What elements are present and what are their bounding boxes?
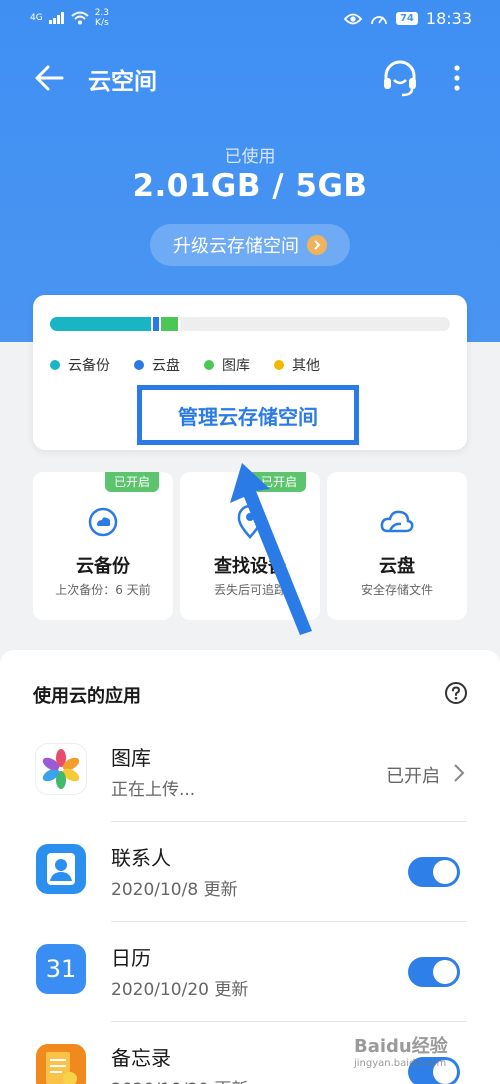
wifi-icon (71, 11, 89, 25)
app-row-calendar: 31 日历 2020/10/20 更新 (0, 922, 500, 1022)
back-button[interactable] (30, 58, 70, 98)
cloud-drive-icon (380, 510, 414, 533)
network-speed: 2.3 K/s (95, 8, 109, 28)
feature-title: 云备份 (76, 556, 130, 577)
legend-item-drive: 云盘 (134, 355, 180, 375)
section-title: 使用云的应用 (33, 686, 141, 707)
storage-usage-bar (50, 317, 450, 331)
legend-item-other: 其他 (274, 355, 320, 375)
chevron-right-icon (307, 235, 327, 255)
headset-icon (384, 60, 416, 97)
usage-segment-drive (150, 317, 159, 331)
legend-dot-drive (134, 360, 144, 370)
notes-icon (36, 1044, 86, 1084)
speedometer-icon (371, 15, 387, 24)
customer-support-button[interactable] (378, 56, 422, 100)
app-name: 联系人 (111, 846, 171, 870)
page-title: 云空间 (88, 69, 157, 95)
usage-value: 2.01GB / 5GB (132, 168, 368, 204)
app-row-gallery[interactable]: 图库 正在上传... 已开启 (0, 722, 500, 822)
back-arrow-icon (35, 65, 64, 91)
toggle-knob (433, 860, 457, 884)
watermark-text: Baidu经验 (354, 1036, 448, 1057)
annotation-arrow (230, 463, 312, 635)
speed-value: 2.3 (94, 8, 110, 18)
upgrade-storage-button[interactable]: 升级云存储空间 (150, 224, 350, 266)
watermark: Baidu经验 jingyan.baidu.com (354, 1032, 494, 1080)
feature-title: 云盘 (379, 556, 415, 577)
legend-item-gallery: 图库 (204, 355, 250, 375)
app-name: 备忘录 (111, 1046, 171, 1070)
legend-dot-other (274, 360, 284, 370)
app-name: 图库 (111, 746, 151, 770)
signal-icon (48, 12, 64, 24)
status-badge: 已开启 (105, 472, 160, 492)
contacts-sync-toggle[interactable] (408, 857, 460, 887)
legend-label-backup: 云备份 (68, 358, 110, 374)
app-name: 日历 (111, 946, 151, 970)
legend-label-drive: 云盘 (152, 358, 180, 374)
legend-label-other: 其他 (292, 358, 320, 374)
status-bar: 4G 2.3 K/s 74 18:33 (0, 0, 500, 38)
cloud-apps-section: 使用云的应用 图库 正在上传... 已开启 联系人 2020/10/8 更新 3… (0, 650, 500, 1084)
usage-segment-backup (50, 317, 151, 331)
help-circle-icon[interactable] (444, 681, 468, 705)
usage-segment-other (177, 317, 181, 331)
calendar-sync-toggle[interactable] (408, 957, 460, 987)
eye-icon (343, 13, 362, 24)
feature-card-cloud-drive[interactable]: 云盘 安全存储文件 (327, 472, 467, 620)
app-enabled-status: 已开启 (386, 766, 440, 787)
chevron-right-icon (454, 764, 465, 782)
feature-subtitle: 上次备份：6 天前 (55, 583, 151, 597)
manage-storage-button[interactable]: 管理云存储空间 (137, 385, 359, 445)
legend-dot-backup (50, 360, 60, 370)
cloud-backup-icon (88, 507, 118, 537)
battery-level: 74 (395, 12, 418, 25)
contacts-icon (36, 844, 86, 894)
upgrade-storage-label: 升级云存储空间 (173, 236, 299, 257)
app-updated-date: 2020/10/20 更新 (111, 980, 249, 1000)
storage-legend: 云备份 云盘 图库 其他 (50, 355, 320, 375)
speed-unit: K/s (95, 18, 109, 28)
usage-label: 已使用 (224, 147, 276, 167)
calendar-icon: 31 (36, 944, 86, 994)
app-updated-date: 2020/10/20 更新 (111, 1075, 248, 1084)
app-updated-date: 2020/10/8 更新 (111, 880, 238, 900)
more-options-button[interactable] (442, 58, 472, 98)
feature-card-cloud-backup[interactable]: 已开启 云备份 上次备份：6 天前 (33, 472, 173, 620)
app-status-sub: 正在上传... (111, 780, 196, 800)
legend-dot-gallery (204, 360, 214, 370)
usage-segment-gallery (158, 317, 178, 331)
more-vertical-icon (454, 65, 460, 91)
app-row-contacts: 联系人 2020/10/8 更新 (0, 822, 500, 922)
app-bar: 云空间 (0, 50, 500, 106)
watermark-url: jingyan.baidu.com (354, 1058, 447, 1069)
network-type: 4G (30, 12, 43, 23)
storage-summary-card: 云备份 云盘 图库 其他 管理云存储空间 (33, 295, 467, 450)
toggle-knob (433, 960, 457, 984)
legend-label-gallery: 图库 (222, 358, 250, 374)
clock: 18:33 (425, 9, 472, 28)
gallery-icon (36, 744, 86, 794)
legend-item-backup: 云备份 (50, 355, 110, 375)
feature-subtitle: 安全存储文件 (360, 583, 433, 597)
